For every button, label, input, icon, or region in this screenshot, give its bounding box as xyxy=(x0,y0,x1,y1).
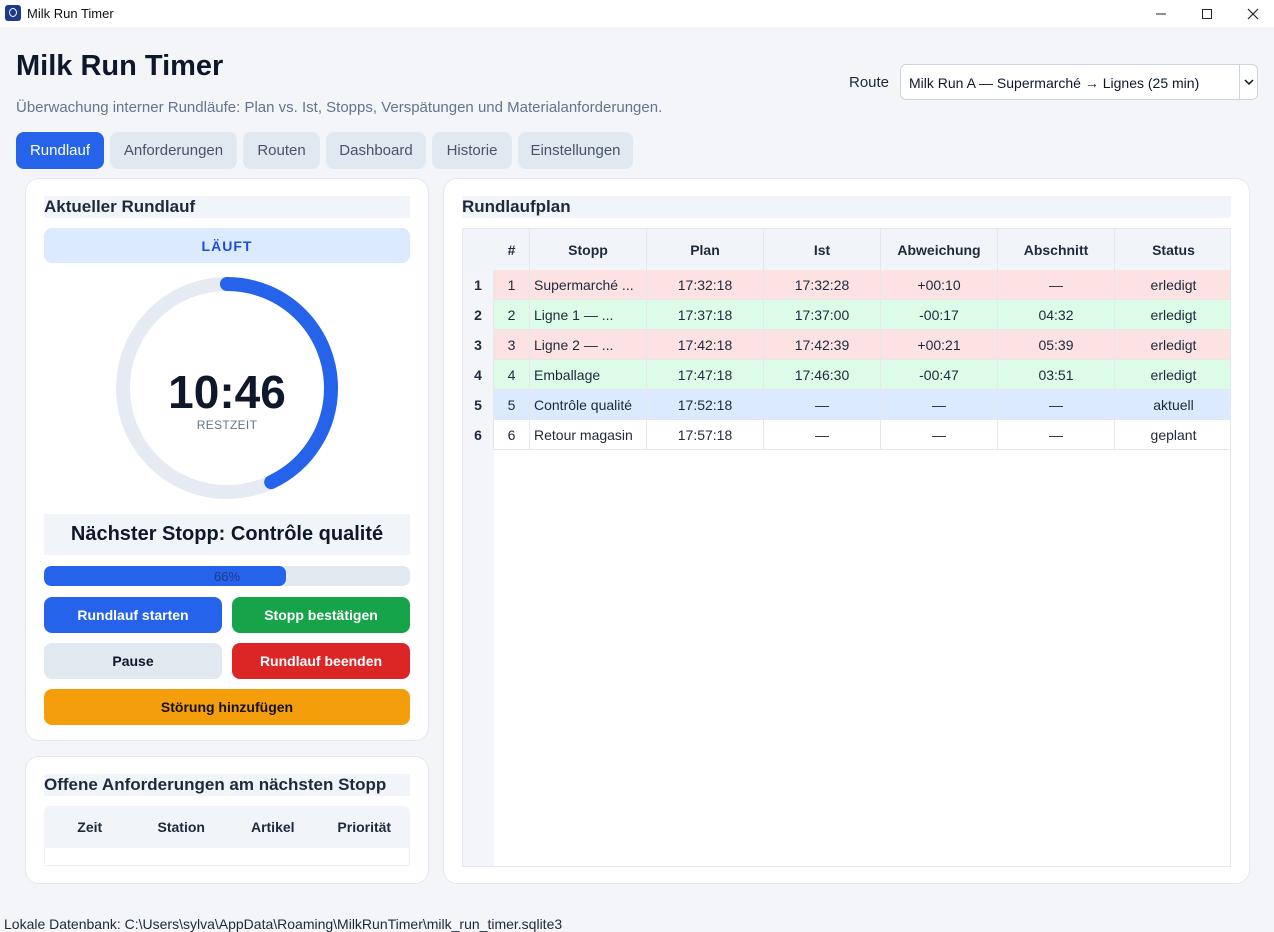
table-cell[interactable]: erledigt xyxy=(1115,330,1230,360)
table-cell[interactable]: Emballage xyxy=(530,360,647,390)
maximize-button[interactable] xyxy=(1184,0,1230,27)
table-cell[interactable]: erledigt xyxy=(1115,300,1230,330)
route-select[interactable]: Milk Run A — Supermarché → Lignes (25 mi… xyxy=(900,64,1258,100)
column-header[interactable]: Abschnitt xyxy=(998,229,1115,271)
table-cell[interactable]: Supermarché ... xyxy=(530,270,647,300)
maximize-icon xyxy=(1202,8,1212,19)
tab-dashboard[interactable]: Dashboard xyxy=(326,132,426,169)
table-cell[interactable]: 3 xyxy=(494,330,530,360)
page-title: Milk Run Timer xyxy=(16,50,224,82)
table-cell[interactable]: 17:37:00 xyxy=(764,300,881,330)
add-disturbance-button[interactable]: Störung hinzufügen xyxy=(44,689,410,725)
current-run-title: Aktueller Rundlauf xyxy=(44,196,410,218)
close-icon xyxy=(1247,8,1259,19)
column-header[interactable]: Status xyxy=(1115,229,1230,271)
tab-historie[interactable]: Historie xyxy=(432,132,512,169)
row-header[interactable]: 2 xyxy=(463,300,494,330)
column-header[interactable]: # xyxy=(494,229,530,271)
table-cell[interactable]: -00:47 xyxy=(881,360,998,390)
table-cell[interactable]: 05:39 xyxy=(998,330,1115,360)
table-cell[interactable]: — xyxy=(998,270,1115,300)
table-cell[interactable]: 03:51 xyxy=(998,360,1115,390)
table-cell[interactable]: Ligne 1 — ... xyxy=(530,300,647,330)
plan-table-header: # Stopp Plan Ist Abweichung Abschnitt St… xyxy=(463,229,1230,271)
table-cell[interactable]: 17:47:18 xyxy=(647,360,764,390)
table-cell[interactable]: erledigt xyxy=(1115,360,1230,390)
table-cell[interactable]: 1 xyxy=(494,270,530,300)
table-cell[interactable]: 17:32:28 xyxy=(764,270,881,300)
table-cell[interactable]: — xyxy=(881,420,998,450)
title-bar: Milk Run Timer xyxy=(0,0,1274,27)
table-cell[interactable]: Ligne 2 — ... xyxy=(530,330,647,360)
column-header[interactable]: Plan xyxy=(647,229,764,271)
row-header[interactable]: 6 xyxy=(463,420,494,450)
minimize-button[interactable] xyxy=(1138,0,1184,27)
table-cell[interactable]: 17:37:18 xyxy=(647,300,764,330)
table-cell[interactable]: 17:42:18 xyxy=(647,330,764,360)
start-run-button[interactable]: Rundlauf starten xyxy=(44,597,222,633)
column-header[interactable]: Abweichung xyxy=(881,229,998,271)
table-cell[interactable]: — xyxy=(881,390,998,420)
end-run-button[interactable]: Rundlauf beenden xyxy=(232,643,410,679)
table-cell[interactable]: 17:42:39 xyxy=(764,330,881,360)
column-header[interactable]: Stopp xyxy=(530,229,647,271)
table-cell[interactable]: 2 xyxy=(494,300,530,330)
column-header[interactable]: Priorität xyxy=(319,806,411,848)
progress-text: 66% xyxy=(213,569,241,584)
page-subtitle: Überwachung interner Rundläufe: Plan vs.… xyxy=(16,99,663,116)
table-cell[interactable]: aktuell xyxy=(1115,390,1230,420)
table-cell[interactable]: 17:57:18 xyxy=(647,420,764,450)
table-cell[interactable]: 5 xyxy=(494,390,530,420)
remaining-time: 10:46 xyxy=(168,366,286,418)
column-header[interactable]: Artikel xyxy=(227,806,319,848)
table-cell[interactable]: — xyxy=(764,420,881,450)
window-title: Milk Run Timer xyxy=(27,6,114,21)
table-cell[interactable]: — xyxy=(764,390,881,420)
status-badge: LÄUFT xyxy=(44,228,410,263)
next-stop-label: Nächster Stopp: Contrôle qualité xyxy=(44,514,410,555)
route-select-value: Milk Run A — Supermarché → Lignes (25 mi… xyxy=(909,75,1200,91)
table-cell[interactable]: erledigt xyxy=(1115,270,1230,300)
row-header[interactable]: 1 xyxy=(463,270,494,300)
table-cell[interactable]: — xyxy=(998,420,1115,450)
row-header[interactable]: 4 xyxy=(463,360,494,390)
tab-routen[interactable]: Routen xyxy=(243,132,320,169)
table-cell[interactable]: +00:10 xyxy=(881,270,998,300)
tab-einstellungen[interactable]: Einstellungen xyxy=(518,132,633,169)
table-cell[interactable]: +00:21 xyxy=(881,330,998,360)
chevron-down-icon xyxy=(1239,65,1257,99)
table-cell[interactable]: -00:17 xyxy=(881,300,998,330)
table-cell[interactable]: 04:32 xyxy=(998,300,1115,330)
requests-title: Offene Anforderungen am nächsten Stopp xyxy=(44,774,410,796)
table-cell[interactable]: 17:46:30 xyxy=(764,360,881,390)
close-button[interactable] xyxy=(1230,0,1274,27)
app-icon xyxy=(5,5,21,21)
table-cell[interactable]: geplant xyxy=(1115,420,1230,450)
row-header[interactable]: 3 xyxy=(463,330,494,360)
confirm-stop-button[interactable]: Stopp bestätigen xyxy=(232,597,410,633)
remaining-time-label: RESTZEIT xyxy=(196,418,258,432)
progress-bar: 66% xyxy=(44,566,410,586)
table-cell[interactable]: 6 xyxy=(494,420,530,450)
plan-table[interactable]: # Stopp Plan Ist Abweichung Abschnitt St… xyxy=(462,228,1231,867)
requests-table-body[interactable] xyxy=(44,848,410,866)
table-cell[interactable]: — xyxy=(998,390,1115,420)
column-header[interactable]: Station xyxy=(136,806,228,848)
table-cell[interactable]: 4 xyxy=(494,360,530,390)
tab-anforderungen[interactable]: Anforderungen xyxy=(110,132,237,169)
column-header[interactable]: Zeit xyxy=(44,806,136,848)
requests-table-header: Zeit Station Artikel Priorität xyxy=(44,806,410,848)
route-label: Route xyxy=(849,74,890,91)
table-cell[interactable]: Contrôle qualité xyxy=(530,390,647,420)
plan-title: Rundlaufplan xyxy=(462,196,1231,218)
column-header[interactable]: Ist xyxy=(764,229,881,271)
pause-button[interactable]: Pause xyxy=(44,643,222,679)
table-cell[interactable]: 17:32:18 xyxy=(647,270,764,300)
row-header[interactable]: 5 xyxy=(463,390,494,420)
tab-rundlauf[interactable]: Rundlauf xyxy=(16,132,104,169)
table-cell[interactable]: 17:52:18 xyxy=(647,390,764,420)
minimize-icon xyxy=(1156,13,1166,14)
table-cell[interactable]: Retour magasin xyxy=(530,420,647,450)
